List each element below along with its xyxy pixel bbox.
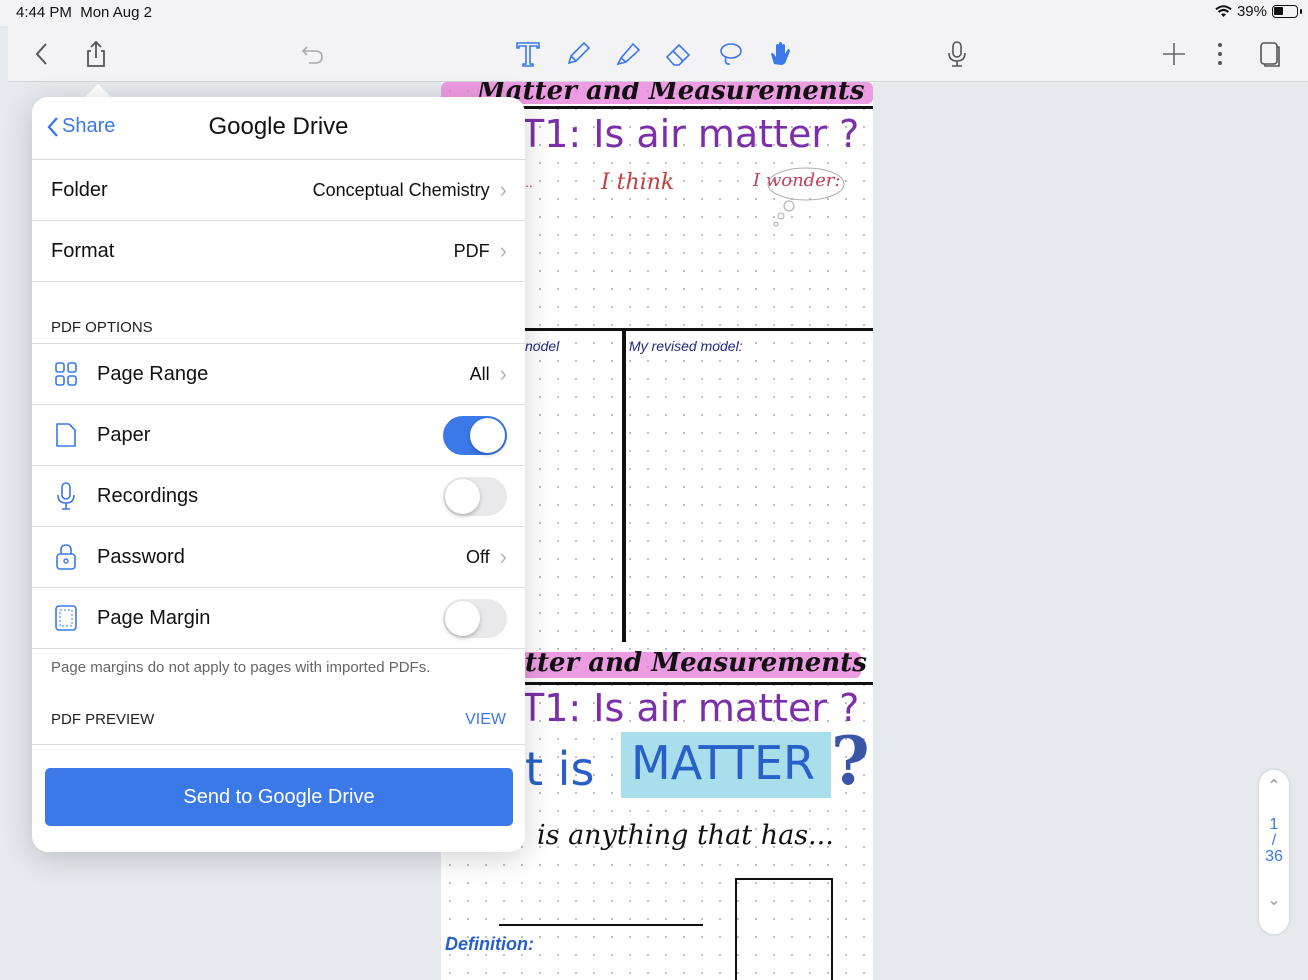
folder-label: Folder: [51, 178, 108, 201]
question-mark: ?: [831, 722, 870, 800]
microphone-icon[interactable]: [937, 34, 977, 74]
password-label: Password: [97, 545, 185, 568]
share-icon[interactable]: [76, 34, 116, 74]
status-bar: 4:44 PM Mon Aug 2 39%: [0, 0, 1308, 26]
prompt-1: T1: Is air matter ?: [521, 112, 860, 156]
drawing-box: [735, 878, 833, 980]
pen-icon[interactable]: [558, 34, 598, 74]
matter-word: MATTER: [631, 736, 815, 790]
what-is-text: t is: [525, 742, 595, 796]
chevron-down-icon[interactable]: ⌄: [1259, 890, 1289, 910]
recordings-label: Recordings: [97, 484, 199, 507]
chevron-right-icon: ›: [499, 177, 507, 202]
status-right: 39%: [1215, 3, 1302, 20]
folder-row[interactable]: Folder Conceptual Chemistry ›: [32, 160, 525, 221]
page-indicator[interactable]: ⌃ 1 / 36 ⌄: [1259, 770, 1289, 934]
lasso-icon[interactable]: [710, 34, 750, 74]
model-left-label: nodel: [525, 338, 560, 354]
lock-icon: [51, 542, 81, 572]
prompt-2: T1: Is air matter ?: [521, 686, 860, 730]
paper-row: Paper: [32, 405, 525, 466]
microphone-icon: [51, 481, 81, 511]
popover-title: Google Drive: [208, 113, 349, 140]
page-range-label: Page Range: [97, 362, 209, 385]
pages-icon[interactable]: [1250, 34, 1290, 74]
canvas-margin-right: [873, 82, 1308, 980]
back-icon[interactable]: [22, 34, 62, 74]
chevron-right-icon: ›: [499, 544, 507, 569]
page-margin-toggle[interactable]: [443, 598, 507, 638]
grid-icon: [51, 359, 81, 389]
i-think-text: I think: [601, 170, 675, 195]
chevron-right-icon: ›: [499, 238, 507, 263]
add-icon[interactable]: [1154, 34, 1194, 74]
chevron-up-icon[interactable]: ⌃: [1259, 770, 1289, 796]
thought-bubble-icon: [767, 167, 845, 227]
popover-header: Share Google Drive: [32, 97, 525, 160]
wifi-icon: [1215, 5, 1232, 17]
paper-label: Paper: [97, 423, 151, 446]
format-row[interactable]: Format PDF ›: [32, 221, 525, 282]
anything-text: is anything that has...: [537, 820, 834, 851]
heading-second: tter and Measurements: [525, 648, 867, 678]
undo-icon[interactable]: [293, 34, 333, 74]
definition-label: Definition:: [445, 934, 534, 954]
battery-icon: [1272, 5, 1302, 18]
send-to-google-drive-button[interactable]: Send to Google Drive: [45, 768, 513, 826]
model-right-label: My revised model:: [629, 338, 743, 354]
recordings-row: Recordings: [32, 466, 525, 527]
page-margin-label: Page Margin: [97, 606, 211, 629]
more-icon[interactable]: [1200, 34, 1240, 74]
page-range-value: All: [469, 363, 490, 384]
status-time: 4:44 PM Mon Aug 2: [16, 4, 152, 21]
paper-toggle[interactable]: [443, 415, 507, 455]
document-icon: [51, 420, 81, 450]
folder-value: Conceptual Chemistry: [312, 179, 490, 200]
page-range-row[interactable]: Page Range All ›: [32, 344, 525, 405]
page-margin-row: Page Margin: [32, 588, 525, 649]
password-value: Off: [465, 546, 490, 567]
popover-arrow: [84, 84, 112, 98]
pdf-preview-row: PDF PREVIEW VIEW: [32, 689, 525, 745]
format-label: Format: [51, 239, 115, 262]
total-pages: 36: [1265, 848, 1283, 865]
heading-top: Matter and Measurements: [477, 82, 865, 106]
password-row[interactable]: Password Off ›: [32, 527, 525, 588]
ellipsis-text: ..: [525, 174, 533, 190]
margin-note: Page margins do not apply to pages with …: [51, 659, 431, 676]
answer-line: [499, 924, 703, 926]
recordings-toggle[interactable]: [443, 476, 507, 516]
toolbar: [8, 26, 1308, 82]
pdf-preview-header: PDF PREVIEW: [51, 711, 155, 728]
battery-percent: 39%: [1236, 3, 1267, 20]
pdf-options-header: PDF OPTIONS: [32, 282, 525, 344]
format-value: PDF: [453, 240, 490, 261]
divider-vertical: [622, 330, 626, 642]
heading-rule: [521, 682, 873, 685]
view-link[interactable]: VIEW: [465, 711, 506, 744]
hand-icon[interactable]: [760, 34, 800, 74]
highlighter-icon[interactable]: [608, 34, 648, 74]
share-popover: Share Google Drive Folder Conceptual Che…: [32, 97, 525, 852]
eraser-icon[interactable]: [658, 34, 698, 74]
margin-icon: [51, 603, 81, 633]
text-tool-icon[interactable]: [508, 34, 548, 74]
chevron-right-icon: ›: [499, 361, 507, 386]
